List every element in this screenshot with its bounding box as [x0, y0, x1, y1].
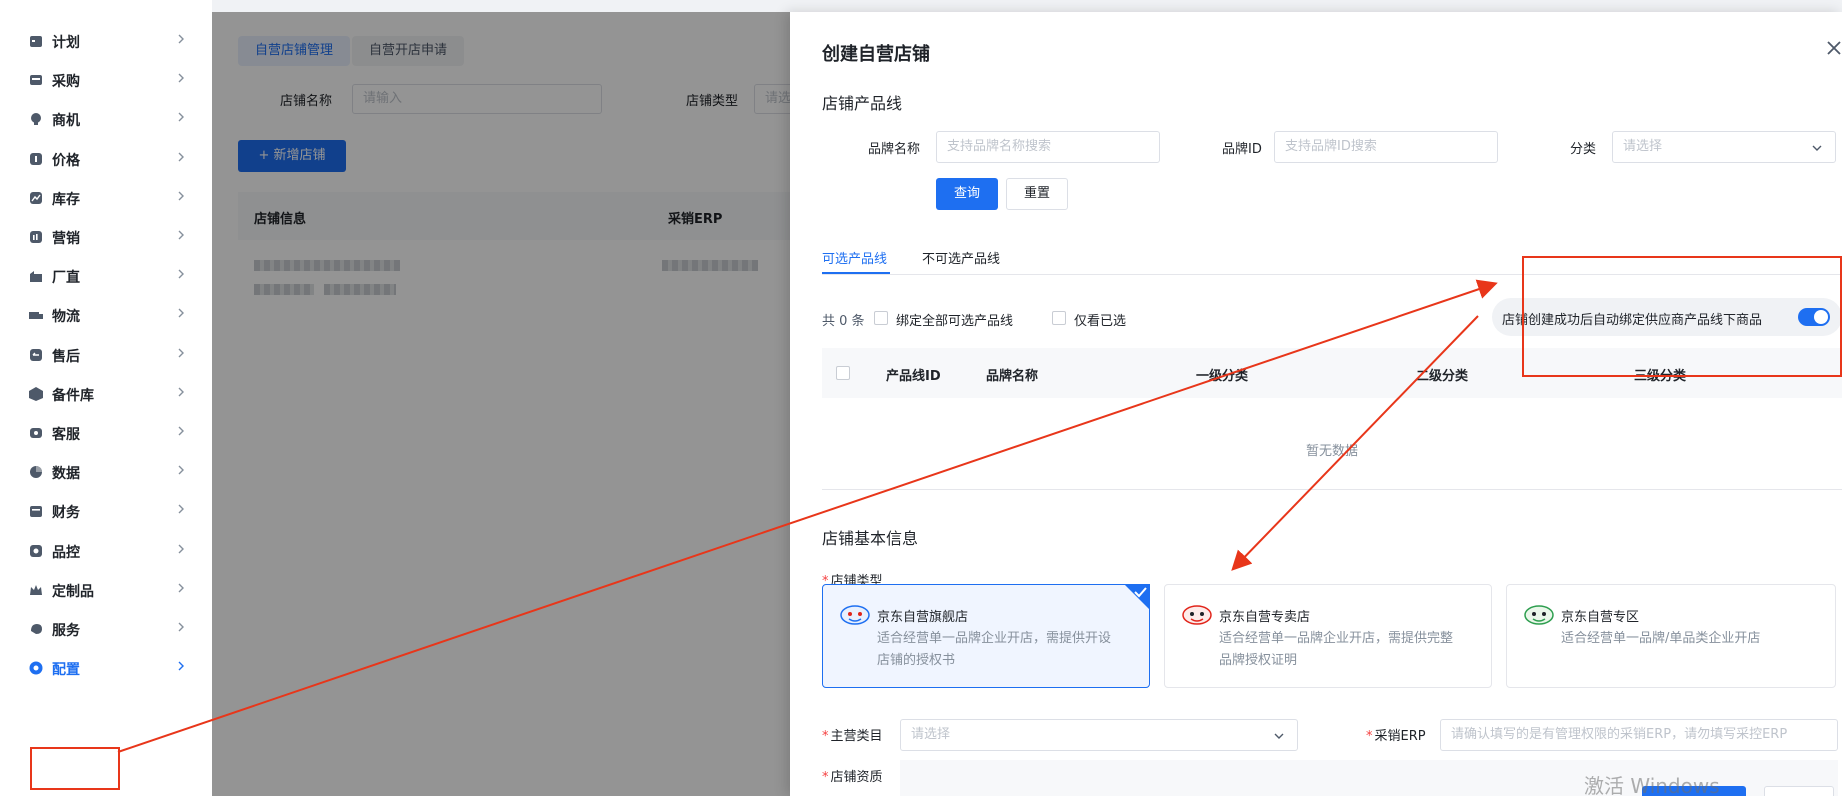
arrow-config-to-switch [117, 279, 1498, 753]
arrow-switch-to-store-type [1231, 315, 1479, 571]
annotation-arrows [117, 279, 1498, 753]
